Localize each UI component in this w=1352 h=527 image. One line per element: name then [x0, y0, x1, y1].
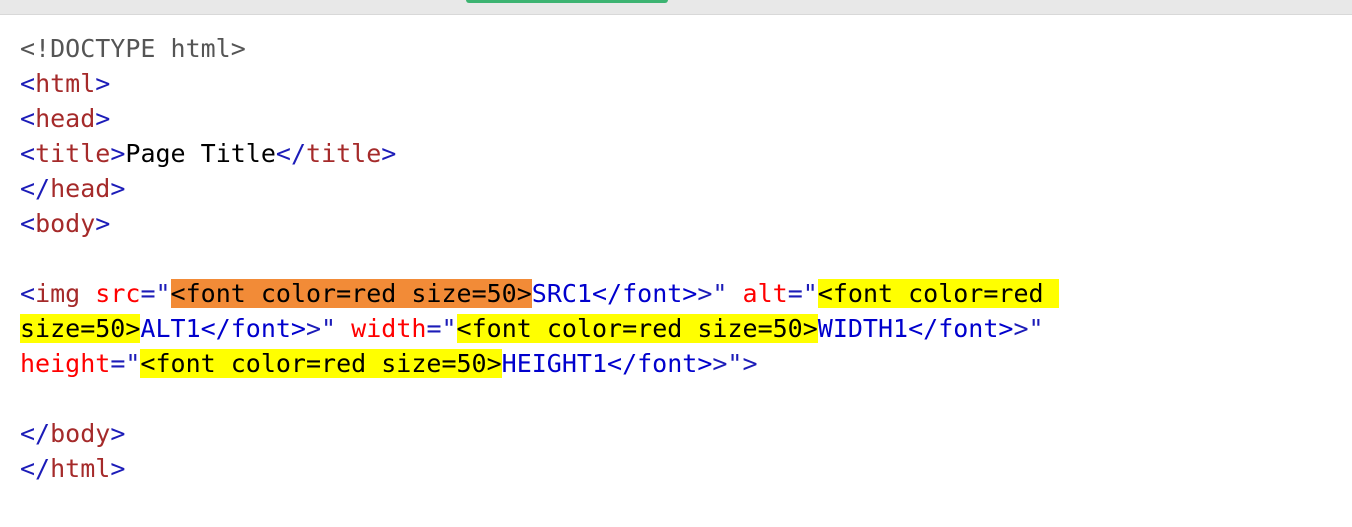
src-value: SRC1</font> — [531, 279, 698, 308]
code-line-3: <head> — [20, 104, 111, 133]
code-line-8: <img src="<font color=red size=50>SRC1</… — [20, 279, 1059, 308]
doctype: <!DOCTYPE html> — [20, 34, 246, 63]
tag-html-open: html — [35, 69, 96, 98]
tag-html-close: html — [50, 454, 111, 483]
match-font-tag-alt-part2[interactable]: size=50> — [20, 314, 141, 343]
tag-head-close: head — [50, 174, 111, 203]
tag-body-close: body — [50, 419, 111, 448]
code-line-12: </body> — [20, 419, 126, 448]
code-line-9: size=50>ALT1</font>>" width="<font color… — [20, 314, 1044, 343]
width-value: WIDTH1</font> — [817, 314, 1014, 343]
height-value: HEIGHT1</font> — [501, 349, 713, 378]
tag-img: img — [35, 279, 81, 308]
code-line-10: height="<font color=red size=50>HEIGHT1<… — [20, 349, 758, 378]
attr-width: width — [351, 314, 427, 343]
code-line-2: <html> — [20, 69, 111, 98]
alt-value: ALT1</font> — [140, 314, 306, 343]
match-font-tag-alt-part1[interactable]: <font color=red — [817, 279, 1059, 308]
code-line-4: <title>Page Title</title> — [20, 139, 397, 168]
editor-tab-bar — [0, 0, 1352, 14]
code-line-6: <body> — [20, 209, 111, 238]
tag-title-open: title — [35, 139, 111, 168]
code-editor[interactable]: <!DOCTYPE html> <html> <head> <title>Page T… — [0, 14, 1352, 527]
code-content[interactable]: <!DOCTYPE html> <html> <head> <title>Page T… — [20, 31, 1059, 486]
match-font-tag-height[interactable]: <font color=red size=50> — [140, 349, 502, 378]
tag-head-open: head — [35, 104, 96, 133]
title-text: Page Title — [125, 139, 276, 168]
code-line-1: <!DOCTYPE html> — [20, 31, 1059, 66]
attr-alt: alt — [742, 279, 788, 308]
attr-src: src — [95, 279, 141, 308]
code-line-13: </html> — [20, 454, 126, 483]
tag-title-close: title — [306, 139, 382, 168]
attr-height: height — [20, 349, 111, 378]
match-font-tag-width[interactable]: <font color=red size=50> — [456, 314, 818, 343]
code-line-5: </head> — [20, 174, 126, 203]
tag-body-open: body — [35, 209, 96, 238]
active-tab-indicator[interactable] — [466, 0, 668, 3]
selected-font-tag[interactable]: <font color=red size=50> — [170, 279, 532, 308]
